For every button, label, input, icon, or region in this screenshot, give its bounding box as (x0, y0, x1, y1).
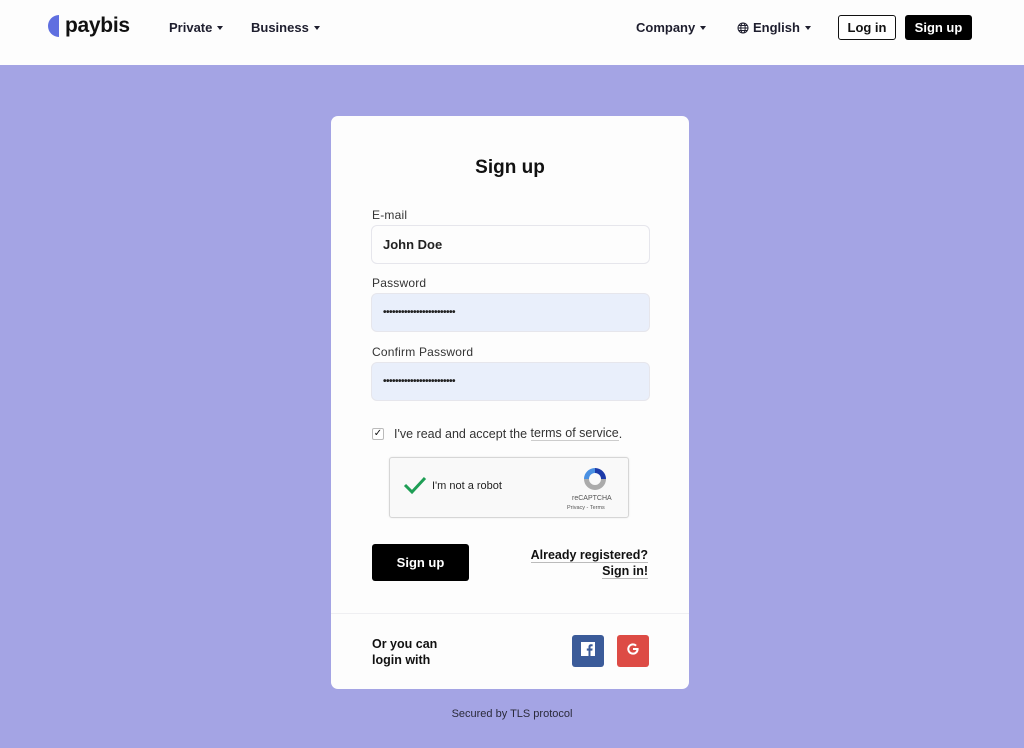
recaptcha-widget[interactable]: I'm not a robot reCAPTCHA Privacy - Term… (389, 457, 629, 518)
caret-down-icon (700, 25, 707, 30)
caret-down-icon (804, 25, 811, 30)
checkmark-icon: ✓ (373, 428, 383, 439)
logo-text: paybis (65, 14, 130, 37)
security-footer: Secured by TLS protocol (451, 708, 573, 720)
nav-private-dropdown[interactable]: Private (169, 20, 224, 35)
terms-text: I've read and accept the (394, 426, 531, 441)
nav-company-dropdown[interactable]: Company (636, 20, 707, 35)
sign-in-link[interactable]: Sign in! (602, 564, 648, 579)
email-label: E-mail (372, 208, 408, 222)
captcha-privacy-terms-links[interactable]: Privacy - Terms (567, 505, 605, 511)
signup-card: Sign up E-mail John Doe Password •••••••… (331, 116, 689, 689)
terms-checkbox[interactable]: ✓ (372, 427, 384, 440)
terms-of-service-link[interactable]: terms of service (530, 426, 619, 441)
nav-private-label: Private (169, 20, 213, 35)
nav-business-dropdown[interactable]: Business (251, 20, 320, 35)
already-registered: Already registered? Sign in! (530, 547, 648, 579)
nav-company-label: Company (636, 20, 696, 35)
logo-mark-icon (48, 15, 59, 37)
google-icon (626, 642, 640, 661)
terms-row: ✓ I've read and accept the terms of serv… (372, 426, 622, 441)
confirm-password-label: Confirm Password (372, 345, 474, 359)
globe-icon (737, 22, 749, 34)
page-title: Sign up (475, 157, 545, 178)
caret-down-icon (217, 25, 224, 30)
facebook-icon (581, 641, 595, 661)
top-navigation-bar: paybis Private Business Company English … (0, 0, 1024, 65)
recaptcha-logo-icon (582, 466, 608, 497)
login-button[interactable]: Log in (838, 15, 896, 40)
divider (331, 613, 689, 614)
caret-down-icon (313, 25, 320, 30)
terms-suffix: . (618, 426, 623, 441)
captcha-brand: reCAPTCHA (572, 495, 612, 502)
language-selector[interactable]: English (737, 20, 811, 35)
captcha-checkmark-icon[interactable] (403, 475, 427, 500)
already-registered-link[interactable]: Already registered? (530, 548, 648, 563)
header-signup-button[interactable]: Sign up (905, 15, 972, 40)
password-field[interactable]: •••••••••••••••••••••••• (371, 293, 650, 332)
password-label: Password (372, 276, 427, 290)
email-field[interactable]: John Doe (371, 225, 650, 264)
captcha-label: I'm not a robot (432, 480, 502, 492)
language-label: English (753, 20, 800, 35)
nav-business-label: Business (251, 20, 309, 35)
confirm-password-field[interactable]: •••••••••••••••••••••••• (371, 362, 650, 401)
paybis-logo[interactable]: paybis (48, 14, 130, 38)
facebook-login-button[interactable] (572, 635, 604, 667)
google-login-button[interactable] (617, 635, 649, 667)
social-login-prompt: Or you can login with (372, 637, 438, 667)
signup-submit-button[interactable]: Sign up (372, 544, 469, 581)
